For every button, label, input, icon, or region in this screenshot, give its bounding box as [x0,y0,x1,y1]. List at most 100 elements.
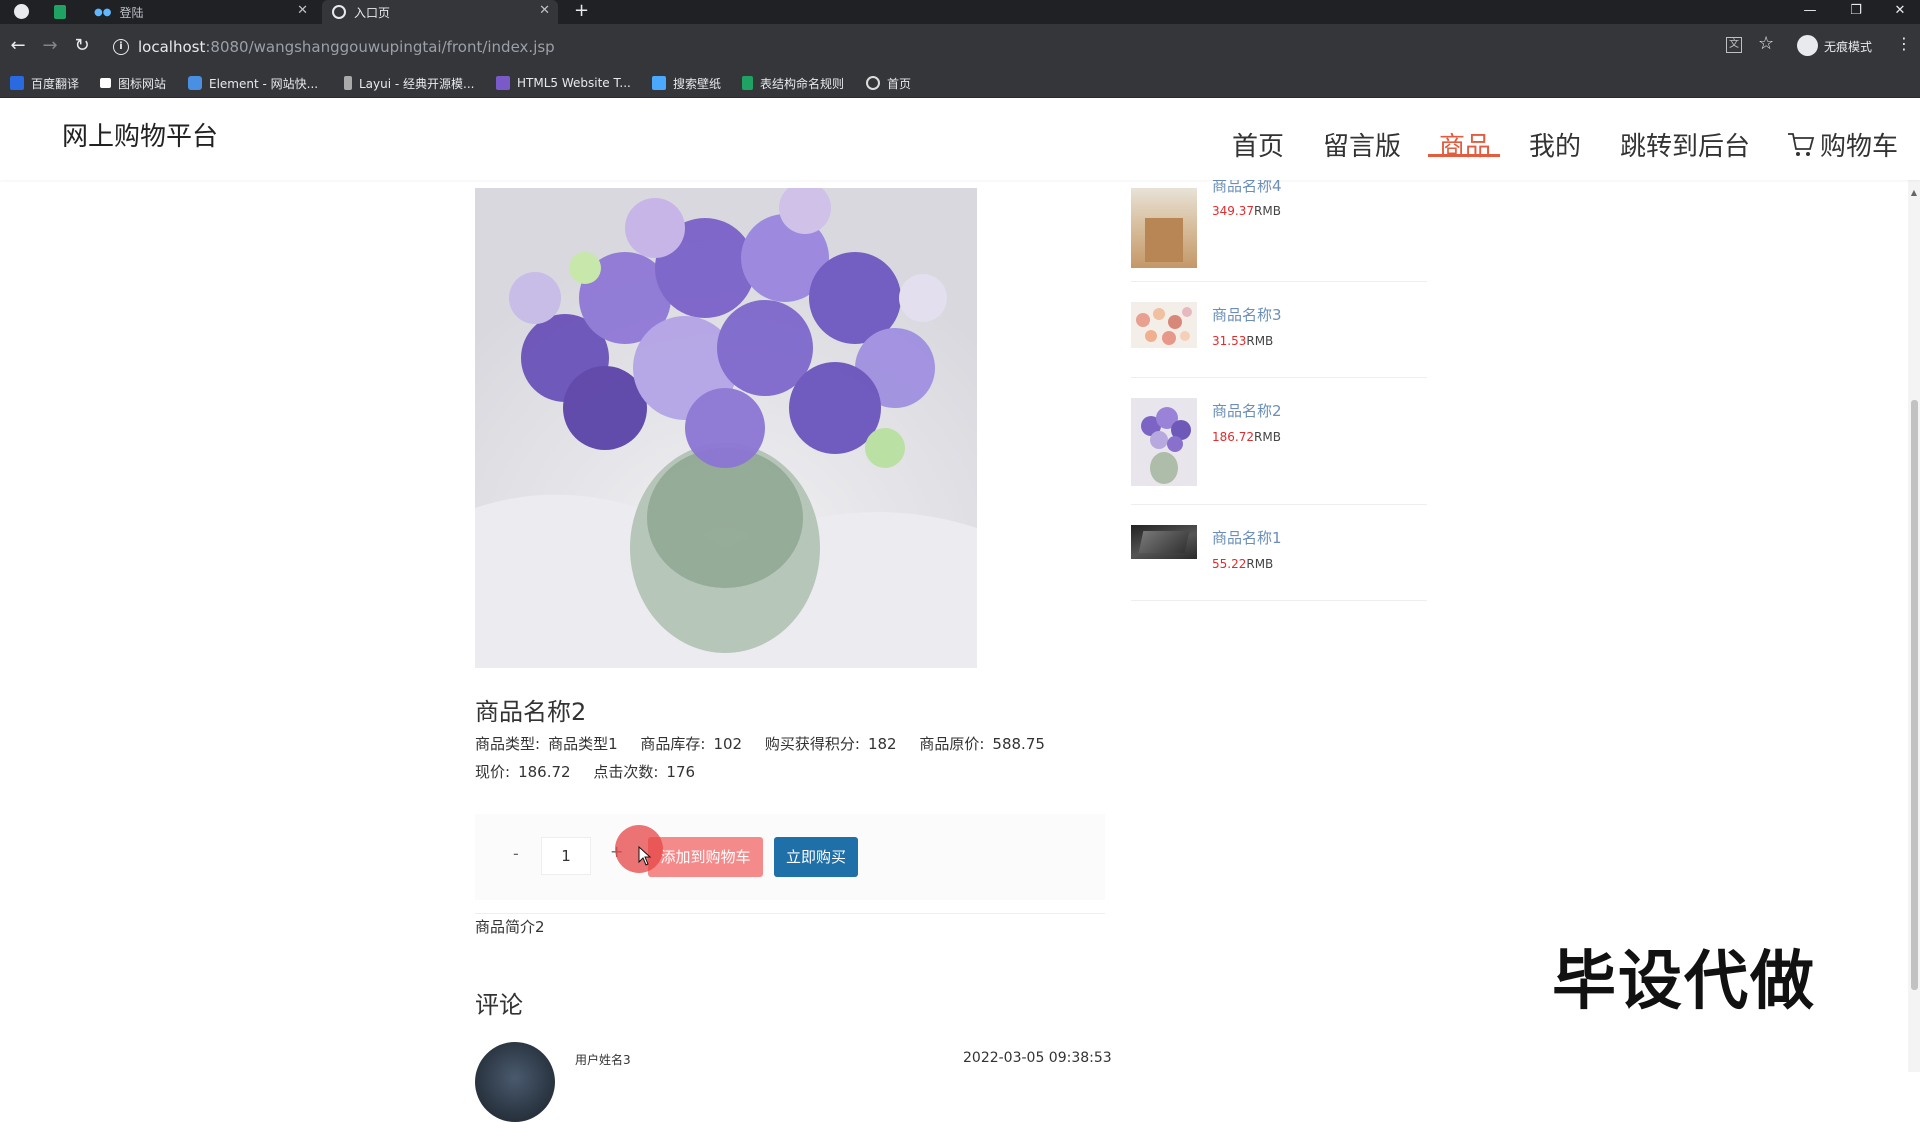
bookmarks-bar: 百度翻译 图标网站 Element - 网站快... Layui - 经典开源模… [0,68,1920,98]
product-intro: 商品简介2 [475,918,545,936]
nav-mine[interactable]: 我的 [1529,126,1581,163]
product-thumbnail [1131,525,1197,559]
bookmark-layui[interactable]: Layui - 经典开源模... [344,74,474,92]
tab-entry-page[interactable]: 入口页 ✕ [322,0,558,24]
comments-heading: 评论 [475,991,523,1019]
reload-icon[interactable]: ↻ [70,34,94,58]
laptop-image [1138,531,1190,553]
bookmark-icon-site[interactable]: 图标网站 [100,74,166,92]
list-item[interactable]: 商品名称3 31.53RMB [1131,282,1427,378]
layui-icon [344,76,352,90]
comment-date: 2022-03-05 09:38:53 [963,1050,1112,1066]
product-thumbnail [1131,398,1197,486]
info-icon[interactable]: i [113,39,129,55]
scroll-up-icon[interactable]: ▲ [1908,188,1920,197]
buy-now-button[interactable]: 立即购买 [774,837,858,877]
product-title: 商品名称2 [475,698,587,726]
back-arrow-icon[interactable]: ← [6,34,30,58]
price-unit: RMB [1254,430,1281,444]
quantity-input[interactable] [541,837,591,875]
minimize-icon[interactable]: — [1790,0,1830,24]
macarons-image [1136,307,1192,345]
comment-username: 用户姓名3 [575,1053,631,1067]
points-label: 购买获得积分: [764,735,860,753]
bookmark-element[interactable]: Element - 网站快... [188,74,318,92]
stock-value: 102 [713,735,743,753]
new-tab-button[interactable]: + [574,0,589,22]
nav-message-board[interactable]: 留言版 [1323,126,1401,163]
quantity-decrease-button[interactable]: - [513,844,519,863]
list-item[interactable]: 商品名称1 55.22RMB [1131,505,1427,601]
url-path: :8080/wangshanggouwupingtai/front/index.… [205,38,555,56]
site-header: 网上购物平台 首页 留言版 商品 我的 跳转到后台 购物车 [0,98,1920,180]
close-icon[interactable]: ✕ [297,3,308,18]
bookmark-label: 搜索壁纸 [673,76,722,91]
active-nav-underline [1428,154,1500,157]
nav-products[interactable]: 商品 [1439,126,1491,163]
product-name-link[interactable]: 商品名称1 [1212,527,1282,548]
flower-bouquet-image [1141,407,1191,484]
product-main-image [475,188,977,668]
cart-icon [1788,133,1815,156]
forward-arrow-icon[interactable]: → [38,34,62,58]
product-thumbnail [1131,188,1197,268]
tab-favicon-icon: ●● [94,6,112,18]
purchase-action-bar: - + 添加到购物车 立即购买 [475,814,1105,900]
bookmark-html5[interactable]: HTML5 Website T... [496,74,631,92]
address-bar[interactable]: i localhost:8080/wangshanggouwupingtai/f… [108,32,1778,62]
price-unit: RMB [1254,204,1281,218]
nav-cart-label: 购物车 [1820,132,1899,162]
nav-cart[interactable]: 购物车 [1786,126,1898,163]
product-meta-row-2: 现价: 186.72 点击次数: 176 [475,761,713,782]
bookmark-label: 首页 [887,76,912,91]
browser-menu-icon[interactable] [14,4,29,19]
price-value: 349.37 [1212,204,1254,218]
url-text[interactable]: localhost:8080/wangshanggouwupingtai/fro… [138,38,555,56]
bookmark-label: Element - 网站快... [209,76,319,91]
sheets-app-icon[interactable] [54,5,66,19]
product-name-link[interactable]: 商品名称2 [1212,400,1282,421]
add-to-cart-button[interactable]: 添加到购物车 [648,837,763,877]
bookmark-wallpaper[interactable]: 搜索壁纸 [652,74,721,92]
scrollbar-thumb[interactable] [1911,400,1918,990]
list-item[interactable]: 商品名称4 349.37RMB [1131,177,1427,282]
product-thumbnail [1131,302,1197,348]
bookmark-baidu-translate[interactable]: 百度翻译 [10,74,79,92]
incognito-icon[interactable] [1797,35,1818,56]
wallpaper-icon [652,76,666,90]
element-icon [188,76,202,90]
clicks-label: 点击次数: [593,763,659,781]
flag-icon [100,78,111,88]
price-value: 186.72 [518,763,571,781]
window-close-icon[interactable]: ✕ [1880,0,1920,24]
nav-admin[interactable]: 跳转到后台 [1620,126,1750,163]
product-price: 186.72RMB [1212,430,1281,444]
site-logo[interactable]: 网上购物平台 [62,116,218,153]
type-value: 商品类型1 [548,735,618,753]
more-menu-icon[interactable]: ⋮ [1896,34,1912,53]
sheet-icon [742,76,753,90]
price-value: 55.22 [1212,557,1247,571]
bookmark-label: 表结构命名规则 [760,76,845,91]
product-name-link[interactable]: 商品名称3 [1212,304,1282,325]
product-price: 55.22RMB [1212,557,1273,571]
points-value: 182 [867,735,897,753]
section-divider [475,913,1105,914]
close-icon[interactable]: ✕ [539,3,550,18]
price-unit: RMB [1246,557,1274,571]
bookmark-home[interactable]: 首页 [866,74,911,92]
baidu-translate-icon [10,76,24,90]
product-meta-row-1: 商品类型: 商品类型1 商品库存: 102 购买获得积分: 182 商品原价: 588.… [475,733,1063,754]
globe-icon [332,5,346,19]
list-item[interactable]: 商品名称2 186.72RMB [1131,378,1427,505]
bookmark-table-naming[interactable]: 表结构命名规则 [742,74,844,92]
nav-home[interactable]: 首页 [1232,126,1284,163]
restore-icon[interactable]: ❐ [1836,0,1876,24]
pen-holder-image [1145,218,1183,262]
incognito-label[interactable]: 无痕模式 [1824,38,1872,55]
price-value: 186.72 [1212,430,1254,444]
tab-login[interactable]: ●● 登陆 ✕ [88,0,316,24]
html5-icon [496,76,510,90]
globe-icon [866,76,880,90]
stock-label: 商品库存: [640,735,706,753]
